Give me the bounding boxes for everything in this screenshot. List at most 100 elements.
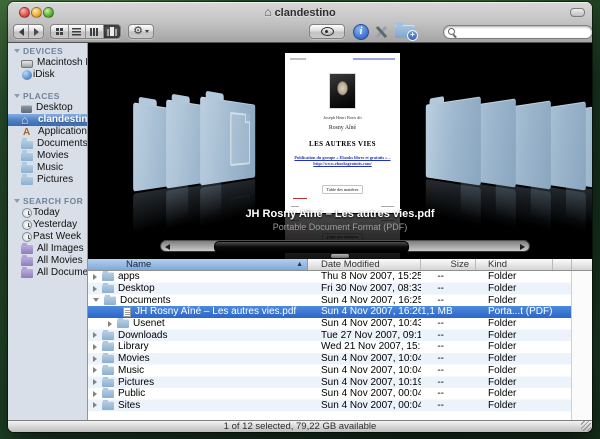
sidebar-item-applications[interactable]: Applications — [8, 126, 87, 138]
sidebar-item-today[interactable]: Today — [8, 207, 87, 219]
gear-icon: ⚙ — [133, 26, 143, 37]
sidebar-item-macintosh-hd[interactable]: Macintosh HD — [8, 57, 87, 69]
home-icon — [21, 115, 34, 126]
table-row-pictures[interactable]: Pictures Sun 4 Nov 2007, 10:19 -- Folder — [88, 376, 592, 388]
column-view-button[interactable] — [86, 25, 104, 38]
folder-icon — [102, 342, 114, 351]
back-button[interactable] — [14, 25, 29, 38]
table-row-usenet[interactable]: Usenet Sun 4 Nov 2007, 10:43 -- Folder — [88, 318, 592, 330]
coverflow-folder[interactable] — [426, 96, 481, 185]
customize-toolbar-button[interactable] — [373, 25, 389, 39]
scroll-right-arrow-icon[interactable] — [520, 244, 525, 250]
icon-view-icon — [56, 28, 59, 31]
sidebar-item-pictures[interactable]: Pictures — [8, 174, 87, 186]
folder-icon — [117, 319, 129, 328]
cover-flow-view-button[interactable] — [104, 25, 121, 38]
vertical-scrollbar-track[interactable] — [571, 271, 592, 420]
list-view-button[interactable] — [69, 25, 87, 38]
search-magnifier-icon — [448, 28, 456, 36]
coverflow-folder[interactable] — [200, 96, 255, 185]
disclosure-triangle-icon[interactable] — [93, 274, 97, 280]
table-row-downloads[interactable]: Downloads Tue 27 Nov 2007, 09:15 -- Fold… — [88, 329, 592, 341]
sidebar-item-past-week[interactable]: Past Week — [8, 231, 87, 243]
disclosure-triangle-icon[interactable] — [93, 332, 97, 338]
cover-flow-resize-handle[interactable] — [331, 254, 349, 258]
disclosure-triangle-icon[interactable] — [93, 286, 97, 292]
cover-publisher-link: Publication du groupe « Ebooks libres et… — [293, 155, 392, 168]
finder-window: ⌂clandestino ⚙ — [8, 2, 592, 432]
window-title: ⌂clandestino — [8, 5, 592, 19]
table-row-apps[interactable]: apps Thu 8 Nov 2007, 15:25 -- Folder — [88, 271, 592, 283]
disclosure-triangle-icon[interactable] — [93, 356, 97, 362]
cover-flow-view-icon — [110, 27, 114, 36]
sidebar-item-idisk[interactable]: iDisk — [8, 69, 87, 81]
main-pane: Joseph Henri Boex dit Rosny Aîné LES AUT… — [88, 43, 592, 420]
column-header-size[interactable]: Size — [421, 259, 476, 270]
disclosure-triangle-icon[interactable] — [93, 367, 97, 373]
clock-icon — [22, 208, 32, 218]
table-row-library[interactable]: Library Wed 21 Nov 2007, 15:38 -- Folder — [88, 341, 592, 353]
action-menu-button[interactable]: ⚙ — [128, 24, 154, 39]
back-icon — [19, 28, 24, 36]
quick-look-button[interactable] — [309, 24, 345, 39]
folder-generic-icon — [21, 152, 33, 161]
hard-drive-icon — [21, 60, 33, 68]
folder-generic-icon — [21, 164, 33, 173]
folder-generic-icon — [21, 140, 33, 149]
folder-icon — [102, 366, 114, 375]
nav-buttons — [13, 24, 44, 39]
clock-icon — [22, 220, 32, 230]
resize-grip[interactable] — [581, 421, 591, 431]
view-switcher — [50, 24, 121, 39]
table-row-music[interactable]: Music Sun 4 Nov 2007, 10:04 -- Folder — [88, 365, 592, 377]
smart-folder-icon — [21, 245, 33, 254]
table-row-desktop[interactable]: Desktop Fri 30 Nov 2007, 08:33 -- Folder — [88, 283, 592, 295]
sidebar-item-movies[interactable]: Movies — [8, 150, 87, 162]
sidebar-section-header[interactable]: SEARCH FOR — [8, 195, 87, 207]
folder-icon — [102, 354, 114, 363]
table-row-documents[interactable]: Documents Sun 4 Nov 2007, 16:25 -- Folde… — [88, 294, 592, 306]
new-folder-button[interactable] — [395, 25, 415, 38]
sidebar-section-header[interactable]: PLACES — [8, 90, 87, 102]
sidebar-item-clandestino[interactable]: clandestino — [8, 114, 87, 126]
disclosure-triangle-icon[interactable] — [93, 298, 99, 302]
sidebar-item-yesterday[interactable]: Yesterday — [8, 219, 87, 231]
sidebar-item-all-documents[interactable]: All Documents — [8, 267, 87, 279]
sidebar-item-all-images[interactable]: All Images — [8, 243, 87, 255]
sidebar-section-header[interactable]: DEVICES — [8, 45, 87, 57]
disclosure-triangle-icon — [14, 49, 20, 53]
disclosure-triangle-icon[interactable] — [93, 379, 97, 385]
table-row-sites[interactable]: Sites Sun 4 Nov 2007, 00:04 -- Folder — [88, 400, 592, 412]
smart-folder-icon — [21, 269, 33, 278]
forward-button[interactable] — [29, 25, 43, 38]
sidebar-item-music[interactable]: Music — [8, 162, 87, 174]
home-proxy-icon[interactable]: ⌂ — [264, 5, 271, 19]
disclosure-triangle-icon[interactable] — [93, 402, 97, 408]
table-row-jh-rosny-a-n-les-autres-vies-pdf[interactable]: JH Rosny Aîné – Les autres vies.pdf Sun … — [88, 306, 592, 318]
cover-flow-scrollbar[interactable] — [160, 240, 530, 252]
table-row-movies[interactable]: Movies Sun 4 Nov 2007, 10:04 -- Folder — [88, 353, 592, 365]
column-header-date-modified[interactable]: Date Modified — [308, 259, 421, 270]
cover-flow-scrollbar-thumb[interactable] — [214, 241, 409, 253]
scroll-left-arrow-icon[interactable] — [165, 244, 170, 250]
cover-flow-selected-cover[interactable]: Joseph Henri Boex dit Rosny Aîné LES AUT… — [285, 53, 400, 213]
column-header-name[interactable]: Name▲ — [88, 259, 308, 270]
folder-icon — [102, 401, 114, 410]
title-bar[interactable]: ⌂clandestino — [8, 2, 592, 22]
search-input[interactable] — [443, 25, 592, 39]
file-list: apps Thu 8 Nov 2007, 15:25 -- Folder Des… — [88, 271, 592, 420]
disclosure-triangle-icon — [14, 94, 20, 98]
eye-icon — [321, 27, 334, 36]
icon-view-button[interactable] — [51, 25, 69, 38]
sidebar-item-documents[interactable]: Documents — [8, 138, 87, 150]
get-info-button[interactable]: i — [353, 24, 369, 40]
disclosure-triangle-icon[interactable] — [93, 391, 97, 397]
toolbar-toggle-button[interactable] — [570, 8, 585, 17]
sidebar-item-all-movies[interactable]: All Movies — [8, 255, 87, 267]
table-row-public[interactable]: Public Sun 4 Nov 2007, 00:04 -- Folder — [88, 388, 592, 400]
disclosure-triangle-icon[interactable] — [108, 321, 112, 327]
disclosure-triangle-icon[interactable] — [93, 344, 97, 350]
column-header-kind[interactable]: Kind — [476, 259, 553, 270]
sidebar-item-desktop[interactable]: Desktop — [8, 102, 87, 114]
toolbar: ⚙ i — [8, 22, 592, 42]
